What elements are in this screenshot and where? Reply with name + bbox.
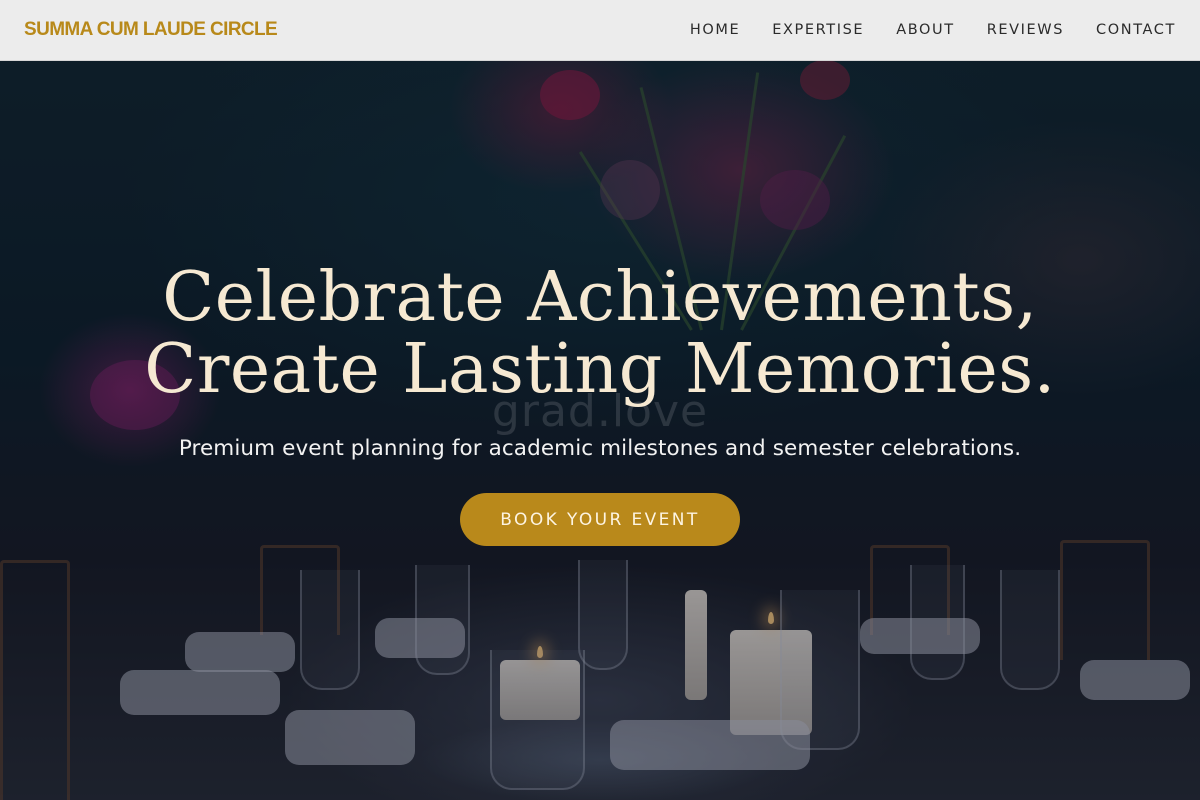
nav-about[interactable]: ABOUT (896, 22, 955, 38)
nav-contact[interactable]: CONTACT (1096, 22, 1176, 38)
nav-reviews[interactable]: REVIEWS (987, 22, 1064, 38)
hero-title: Celebrate Achievements, Create Lasting M… (0, 262, 1200, 406)
hero-subtitle: Premium event planning for academic mile… (178, 436, 1022, 461)
hero-content: Celebrate Achievements, Create Lasting M… (0, 262, 1200, 406)
hero-title-line-1: Celebrate Achievements, (162, 258, 1038, 337)
nav-expertise[interactable]: EXPERTISE (772, 22, 864, 38)
hero-title-line-2: Create Lasting Memories. (144, 330, 1056, 409)
brand-logo[interactable]: SUMMA CUM LAUDE CIRCLE (24, 19, 278, 41)
book-event-button[interactable]: BOOK YOUR EVENT (460, 493, 740, 546)
nav-home[interactable]: HOME (690, 22, 740, 38)
site-header: SUMMA CUM LAUDE CIRCLE HOME EXPERTISE AB… (0, 0, 1200, 61)
main-nav: HOME EXPERTISE ABOUT REVIEWS CONTACT (690, 22, 1176, 38)
